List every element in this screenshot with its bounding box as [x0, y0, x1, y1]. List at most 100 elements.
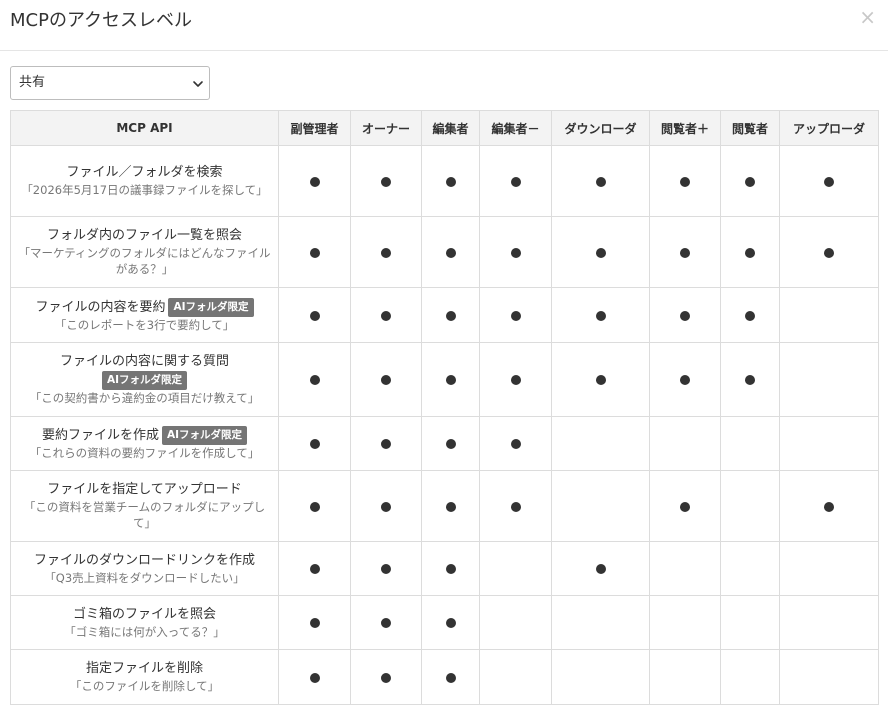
allowed-dot-icon	[680, 310, 690, 321]
column-header-mcp-api: MCP API	[10, 110, 279, 146]
allowed-dot-icon	[381, 176, 391, 187]
allowed-dot-icon	[309, 672, 320, 683]
api-name-line: ファイル／フォルダを検索	[17, 164, 272, 182]
access-cell-editor	[421, 595, 480, 650]
access-cell-owner	[350, 416, 422, 471]
access-level-dialog: MCPのアクセスレベル × 共有 MCP API 副管理者 オーナー 編集者 編集者－ダ…	[0, 0, 888, 712]
access-cell-downloader	[551, 145, 650, 217]
table-body: ファイル／フォルダを検索 「2026年5月17日の議事録ファイルを探して」フォルダ…	[10, 145, 879, 705]
access-cell-downloader	[551, 649, 650, 705]
access-cell-sub-admin	[278, 216, 351, 288]
access-cell-editor-minus	[479, 416, 552, 471]
api-name-line: フォルダ内のファイル一覧を照会	[17, 227, 272, 245]
access-cell-owner	[350, 145, 422, 217]
access-cell-downloader	[551, 342, 650, 417]
access-cell-sub-admin	[278, 649, 351, 705]
access-cell-editor	[421, 145, 480, 217]
access-cell-uploader	[779, 287, 879, 343]
api-example: 「Q3売上資料をダウンロードしたい」	[44, 570, 245, 585]
allowed-dot-icon	[381, 247, 391, 258]
column-header-viewer: 閲覧者	[720, 110, 780, 146]
access-cell-viewer	[720, 145, 780, 217]
access-cell-uploader	[779, 541, 879, 596]
access-cell-editor-minus	[479, 541, 552, 596]
allowed-dot-icon	[745, 247, 755, 258]
allowed-dot-icon	[309, 439, 320, 449]
allowed-dot-icon	[381, 564, 391, 574]
access-cell-uploader	[779, 595, 879, 650]
access-cell-viewer-plus	[649, 470, 721, 542]
allowed-dot-icon	[381, 310, 391, 321]
api-name: ファイルの内容を要約	[35, 299, 166, 315]
access-cell-sub-admin	[278, 342, 351, 417]
allowed-dot-icon	[595, 564, 606, 574]
api-name-line: 指定ファイルを削除	[17, 660, 272, 678]
allowed-dot-icon	[309, 247, 320, 258]
access-cell-viewer	[720, 287, 780, 343]
allowed-dot-icon	[445, 310, 456, 321]
access-cell-editor-minus	[479, 342, 552, 417]
api-name-line: 要約ファイルを作成 AIフォルダ限定	[17, 426, 272, 445]
access-cell-viewer-plus	[649, 649, 721, 705]
badge-line: AIフォルダ限定	[17, 371, 272, 390]
allowed-dot-icon	[680, 375, 690, 385]
api-name-line: ファイルを指定してアップロード	[17, 481, 272, 499]
access-cell-editor	[421, 342, 480, 417]
api-cell: ファイルを指定してアップロード 「この資料を営業チームのフォルダにアップして」	[10, 470, 279, 542]
access-cell-uploader	[779, 470, 879, 542]
allowed-dot-icon	[445, 375, 456, 385]
access-cell-uploader	[779, 649, 879, 705]
access-cell-editor	[421, 649, 480, 705]
access-cell-editor-minus	[479, 649, 552, 705]
access-cell-viewer-plus	[649, 595, 721, 650]
access-cell-editor	[421, 416, 480, 471]
api-example: 「このレポートを3行で要約して」	[54, 317, 235, 332]
share-type-select[interactable]: 共有	[10, 66, 210, 100]
allowed-dot-icon	[595, 247, 606, 258]
access-cell-editor-minus	[479, 287, 552, 343]
table-row: 指定ファイルを削除 「このファイルを削除して」	[10, 649, 879, 705]
access-cell-uploader	[779, 342, 879, 417]
access-cell-downloader	[551, 287, 650, 343]
access-cell-editor-minus	[479, 216, 552, 288]
allowed-dot-icon	[510, 439, 521, 449]
column-header-sub-admin: 副管理者	[278, 110, 351, 146]
allowed-dot-icon	[381, 501, 391, 512]
allowed-dot-icon	[680, 501, 690, 512]
allowed-dot-icon	[595, 310, 606, 321]
access-cell-owner	[350, 470, 422, 542]
access-cell-viewer	[720, 216, 780, 288]
api-name: ファイルの内容に関する質問	[59, 354, 229, 369]
api-example: 「マーケティングのフォルダにはどんなファイルがある？」	[18, 246, 271, 276]
allowed-dot-icon	[445, 564, 456, 574]
api-cell: ゴミ箱のファイルを照会 「ゴミ箱には何が入ってる？」	[10, 595, 279, 650]
table-row: ファイルの内容に関する質問 AIフォルダ限定 「この契約書から違約金の項目だけ教えて…	[10, 342, 879, 417]
access-cell-editor	[421, 470, 480, 542]
table-row: ゴミ箱のファイルを照会 「ゴミ箱には何が入ってる？」	[10, 595, 879, 650]
share-type-select-value: 共有	[19, 75, 46, 90]
allowed-dot-icon	[381, 375, 391, 385]
allowed-dot-icon	[309, 564, 320, 574]
api-example: 「2026年5月17日の議事録ファイルを探して」	[21, 183, 268, 197]
access-cell-downloader	[551, 470, 650, 542]
table-row: 要約ファイルを作成 AIフォルダ限定 「これらの資料の要約ファイルを作成して」	[10, 416, 879, 471]
access-cell-viewer	[720, 541, 780, 596]
close-icon[interactable]: ×	[859, 7, 876, 27]
access-cell-viewer-plus	[649, 541, 721, 596]
api-cell: ファイル／フォルダを検索 「2026年5月17日の議事録ファイルを探して」	[10, 145, 279, 217]
access-cell-owner	[350, 216, 422, 288]
access-cell-editor	[421, 287, 480, 343]
api-name-line: ファイルのダウンロードリンクを作成	[17, 552, 272, 570]
table-row: ファイルのダウンロードリンクを作成 「Q3売上資料をダウンロードしたい」	[10, 541, 879, 596]
api-name: ゴミ箱のファイルを照会	[72, 606, 216, 622]
access-cell-sub-admin	[278, 145, 351, 217]
api-name-line: ファイルの内容に関する質問	[17, 353, 272, 371]
allowed-dot-icon	[309, 375, 320, 385]
access-cell-viewer-plus	[649, 342, 721, 417]
table-row: ファイル／フォルダを検索 「2026年5月17日の議事録ファイルを探して」	[10, 145, 879, 217]
access-cell-editor-minus	[479, 470, 552, 542]
ai-folder-badge: AIフォルダ限定	[161, 426, 248, 445]
access-cell-viewer-plus	[649, 416, 721, 471]
column-header-editor: 編集者	[421, 110, 480, 146]
allowed-dot-icon	[510, 247, 521, 258]
